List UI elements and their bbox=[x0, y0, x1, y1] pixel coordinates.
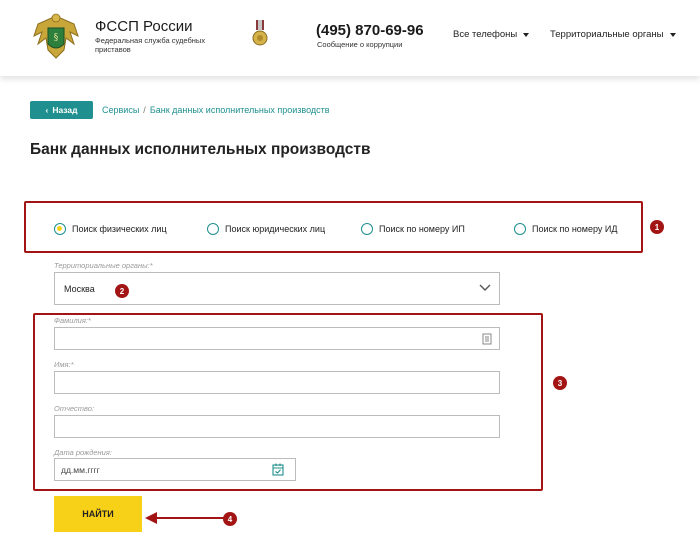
nav-territorial-bodies[interactable]: Территориальные органы bbox=[550, 29, 676, 40]
lastname-input[interactable] bbox=[54, 327, 500, 350]
radio-search-id-number[interactable]: Поиск по номеру ИД bbox=[514, 223, 617, 235]
contact-card-icon[interactable] bbox=[482, 333, 492, 345]
brand-subtitle: Федеральная служба судебных приставов bbox=[95, 36, 206, 54]
fssp-logo-icon[interactable]: § bbox=[30, 10, 82, 66]
radio-unchecked-icon bbox=[514, 223, 526, 235]
region-label: Территориальные органы:* bbox=[54, 261, 153, 270]
radio-search-legal-entities[interactable]: Поиск юридических лиц bbox=[207, 223, 325, 235]
radio-unchecked-icon bbox=[361, 223, 373, 235]
annotation-marker: 4 bbox=[223, 512, 237, 526]
firstname-input[interactable] bbox=[54, 371, 500, 394]
page-title: Банк данных исполнительных производств bbox=[30, 141, 371, 158]
breadcrumb-item-current[interactable]: Банк данных исполнительных производств bbox=[150, 105, 330, 115]
nav-all-phones[interactable]: Все телефоны bbox=[453, 29, 530, 40]
caret-down-icon bbox=[669, 32, 676, 37]
patronymic-label: Отчество: bbox=[54, 404, 95, 413]
chevron-down-icon bbox=[479, 284, 491, 291]
svg-text:§: § bbox=[54, 33, 59, 43]
birthdate-placeholder: дд.мм.гггг bbox=[61, 465, 100, 475]
birthdate-label: Дата рождения: bbox=[54, 448, 112, 457]
radio-search-ip-number[interactable]: Поиск по номеру ИП bbox=[361, 223, 465, 235]
breadcrumb: Сервисы / Банк данных исполнительных произ… bbox=[102, 105, 330, 115]
patronymic-input[interactable] bbox=[54, 415, 500, 438]
lastname-label: Фамилия:* bbox=[54, 316, 91, 325]
annotation-marker: 2 bbox=[115, 284, 129, 298]
phone-number[interactable]: (495) 870-69-96 bbox=[316, 22, 424, 39]
back-button[interactable]: ‹ Назад bbox=[30, 101, 93, 119]
region-value: Москва bbox=[64, 284, 95, 294]
birthdate-input[interactable]: дд.мм.гггг bbox=[54, 458, 296, 481]
firstname-label: Имя:* bbox=[54, 360, 74, 369]
breadcrumb-item-services[interactable]: Сервисы bbox=[102, 105, 139, 115]
chevron-left-icon: ‹ bbox=[45, 105, 49, 115]
nav-label: Все телефоны bbox=[453, 29, 518, 40]
annotation-marker: 3 bbox=[553, 376, 567, 390]
annotation-marker: 1 bbox=[650, 220, 664, 234]
caret-down-icon bbox=[523, 32, 530, 37]
breadcrumb-separator: / bbox=[143, 105, 146, 115]
radio-unchecked-icon bbox=[207, 223, 219, 235]
calendar-check-icon[interactable] bbox=[272, 463, 284, 476]
radio-label: Поиск по номеру ИП bbox=[379, 224, 465, 234]
site-header: § ФССП России Федеральная служба судебны… bbox=[0, 0, 700, 76]
brand-title[interactable]: ФССП России bbox=[95, 18, 192, 35]
radio-search-individuals[interactable]: Поиск физических лиц bbox=[54, 223, 167, 235]
back-label: Назад bbox=[52, 105, 78, 115]
radio-label: Поиск юридических лиц bbox=[225, 224, 326, 234]
radio-label: Поиск по номеру ИД bbox=[532, 224, 618, 234]
find-button[interactable]: НАЙТИ bbox=[54, 496, 142, 532]
annotation-arrow-icon bbox=[145, 512, 225, 524]
nav-label: Территориальные органы bbox=[550, 29, 664, 40]
medal-icon bbox=[252, 20, 268, 46]
radio-label: Поиск физических лиц bbox=[72, 224, 167, 234]
radio-checked-icon bbox=[54, 223, 66, 235]
phone-subtitle: Сообщение о коррупции bbox=[317, 40, 403, 49]
